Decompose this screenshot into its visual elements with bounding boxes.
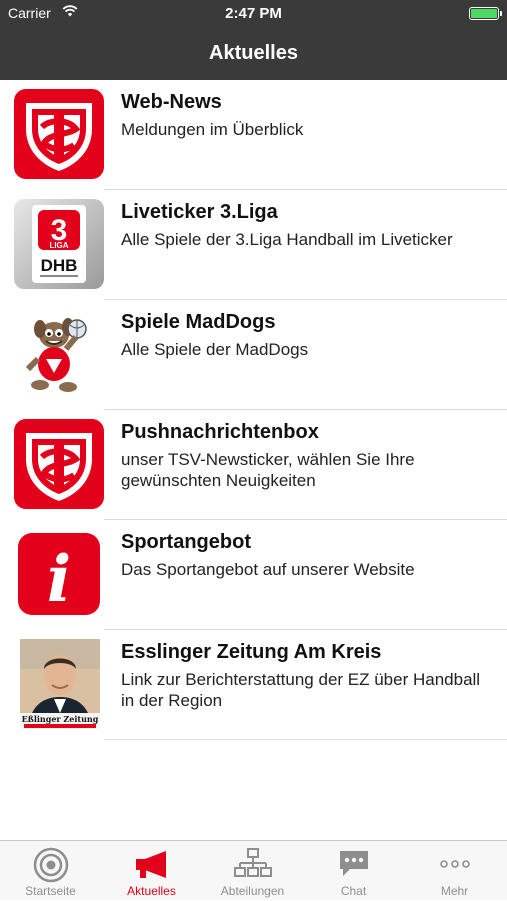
item-title: Spiele MadDogs [121,311,276,333]
tab-label: Abteilungen [220,884,285,898]
org-chart-icon [233,848,272,877]
tab-label: Startseite [25,884,76,898]
tsv-logo-icon [14,89,104,179]
list-item-sportangebot[interactable]: i Sportangebot Das Sportangebot auf unse… [0,520,507,630]
tab-startseite[interactable]: Startseite [0,841,101,901]
item-title: Esslinger Zeitung Am Kreis [121,641,382,663]
esslinger-zeitung-photo: Eßlinger Zeitung [14,639,104,729]
item-subtitle: unser TSV-Newsticker, wählen Sie Ihre ge… [121,450,415,490]
more-dots-icon [439,860,470,868]
navigation-bar: Aktuelles [0,28,507,80]
item-title: Web-News [121,91,222,113]
list-item-pushnachrichtenbox[interactable]: Pushnachrichtenbox unser TSV-Newsticker,… [0,410,507,520]
list-item-maddogs[interactable]: Spiele MadDogs Alle Spiele der MadDogs [0,300,507,410]
item-title: Liveticker 3.Liga [121,201,278,223]
item-subtitle: Das Sportangebot auf unserer Website [121,560,415,579]
page-title: Aktuelles [209,42,298,64]
megaphone-icon [135,851,166,878]
dhb-brand-text: DHB [41,256,78,275]
news-list: Web-News Meldungen im Überblick 3 LIGA D… [0,80,507,740]
chat-bubble-icon [339,851,368,876]
item-subtitle: Alle Spiele der MadDogs [121,340,309,359]
battery-icon [469,7,502,20]
tab-mehr[interactable]: Mehr [404,841,505,901]
tab-bar: Startseite Aktuelles Abteilungen Chat Me… [0,840,507,900]
item-subtitle: Alle Spiele der 3.Liga Handball im Livet… [121,230,453,249]
info-letter: i [47,542,71,617]
tab-aktuelles[interactable]: Aktuelles [101,841,202,901]
tab-label: Aktuelles [127,884,176,898]
newspaper-caption: Eßlinger Zeitung [22,714,99,724]
dhb-liga-text: LIGA [49,241,68,250]
dhb-3liga-logo-icon: 3 LIGA DHB [14,199,104,289]
tab-abteilungen[interactable]: Abteilungen [202,841,303,901]
item-subtitle: Link zur Berichterstattung der EZ über H… [121,670,481,710]
target-icon [33,847,68,883]
info-icon: i [14,529,104,619]
item-subtitle: Meldungen im Überblick [121,120,304,139]
tab-label: Chat [340,884,367,898]
tab-label: Mehr [440,884,469,898]
tsv-logo-icon [14,419,104,509]
maddogs-mascot-icon [14,309,104,399]
tab-chat[interactable]: Chat [303,841,404,901]
item-title: Pushnachrichtenbox [121,421,319,443]
item-title: Sportangebot [121,531,251,553]
list-item-esslinger-zeitung[interactable]: Eßlinger Zeitung Esslinger Zeitung Am Kr… [0,630,507,740]
status-time: 2:47 PM [225,5,282,22]
status-bar: Carrier 2:47 PM [0,0,507,28]
row-separator [104,739,507,740]
list-item-liveticker[interactable]: 3 LIGA DHB Liveticker 3.Liga Alle Spiele… [0,190,507,300]
list-item-web-news[interactable]: Web-News Meldungen im Überblick [0,80,507,190]
